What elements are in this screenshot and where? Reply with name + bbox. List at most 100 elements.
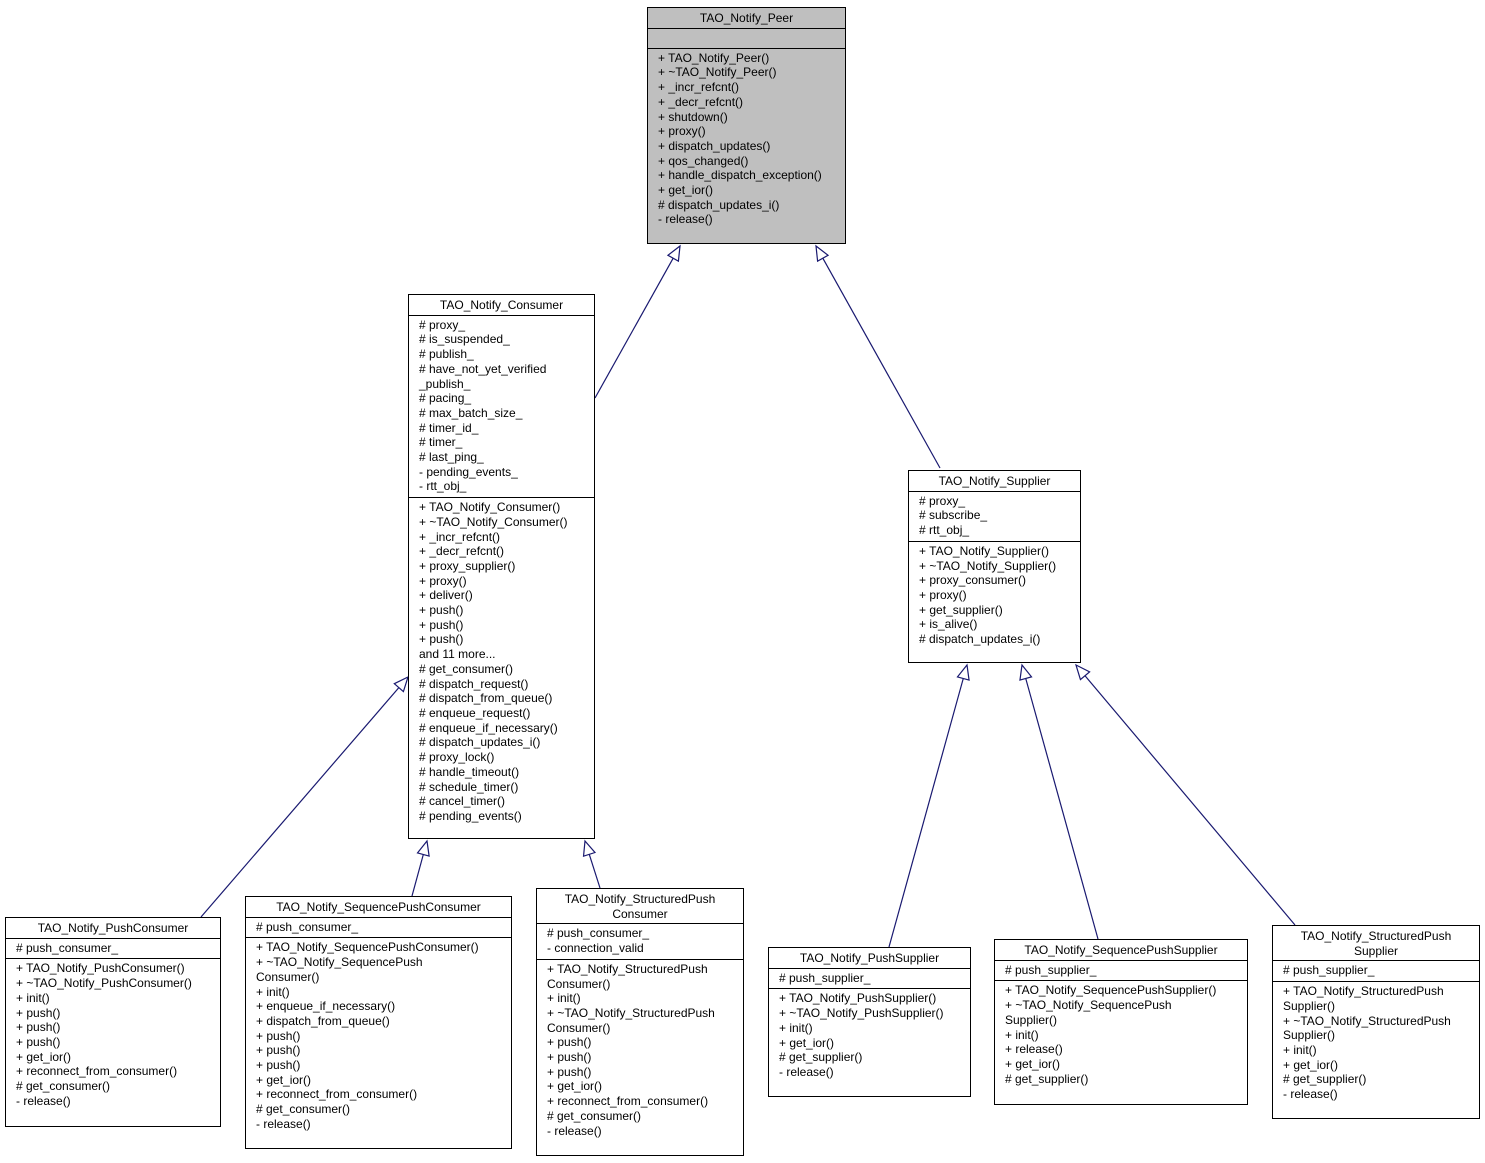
class-name[interactable]: TAO_Notify_StructuredPush Supplier xyxy=(1273,926,1479,962)
method[interactable]: + push() xyxy=(16,1020,216,1035)
method[interactable]: Consumer() xyxy=(547,977,739,992)
method[interactable]: + ~TAO_Notify_Peer() xyxy=(658,65,841,80)
method[interactable]: Supplier() xyxy=(1005,1013,1243,1028)
method[interactable]: + TAO_Notify_PushSupplier() xyxy=(779,991,966,1006)
attribute[interactable]: # proxy_ xyxy=(919,494,1076,509)
method[interactable]: + _decr_refcnt() xyxy=(419,544,590,559)
method[interactable]: # dispatch_updates_i() xyxy=(919,632,1076,647)
method[interactable]: # enqueue_if_necessary() xyxy=(419,721,590,736)
method[interactable]: + shutdown() xyxy=(658,110,841,125)
method[interactable]: # get_consumer() xyxy=(547,1109,739,1124)
attribute[interactable]: - connection_valid xyxy=(547,941,739,956)
method[interactable]: # get_supplier() xyxy=(779,1050,966,1065)
method[interactable]: # dispatch_from_queue() xyxy=(419,691,590,706)
method[interactable]: + TAO_Notify_PushConsumer() xyxy=(16,961,216,976)
method[interactable]: + reconnect_from_consumer() xyxy=(547,1094,739,1109)
method[interactable]: + _incr_refcnt() xyxy=(419,530,590,545)
method[interactable]: + _incr_refcnt() xyxy=(658,80,841,95)
method[interactable]: # cancel_timer() xyxy=(419,794,590,809)
attribute[interactable]: # have_not_yet_verified xyxy=(419,362,590,377)
method[interactable]: # get_supplier() xyxy=(1005,1072,1243,1087)
attribute[interactable]: # last_ping_ xyxy=(419,450,590,465)
class-box-structured-push-supplier[interactable]: TAO_Notify_StructuredPush Supplier # push_… xyxy=(1272,925,1480,1119)
method[interactable]: + proxy_consumer() xyxy=(919,573,1076,588)
class-name[interactable]: TAO_Notify_PushConsumer xyxy=(6,918,220,939)
method[interactable]: + proxy() xyxy=(919,588,1076,603)
method[interactable]: + push() xyxy=(419,632,590,647)
method[interactable]: + push() xyxy=(256,1029,507,1044)
method[interactable]: # proxy_lock() xyxy=(419,750,590,765)
method[interactable]: # dispatch_updates_i() xyxy=(658,198,841,213)
class-box-peer[interactable]: TAO_Notify_Peer + TAO_Notify_Peer() + ~TAO… xyxy=(647,7,846,244)
method[interactable]: + ~TAO_Notify_StructuredPush xyxy=(1283,1014,1475,1029)
method[interactable]: + get_ior() xyxy=(547,1079,739,1094)
method[interactable]: + ~TAO_Notify_SequencePush xyxy=(1005,998,1243,1013)
method[interactable]: + init() xyxy=(16,991,216,1006)
method[interactable]: + init() xyxy=(1283,1043,1475,1058)
attribute[interactable]: # push_supplier_ xyxy=(779,971,966,986)
class-box-supplier[interactable]: TAO_Notify_Supplier # proxy_ # subscribe_ #… xyxy=(908,470,1081,663)
method[interactable]: # schedule_timer() xyxy=(419,780,590,795)
attribute[interactable]: # publish_ xyxy=(419,347,590,362)
method[interactable]: + TAO_Notify_Peer() xyxy=(658,51,841,66)
class-box-sequence-push-supplier[interactable]: TAO_Notify_SequencePushSupplier # push_su… xyxy=(994,939,1248,1105)
method[interactable]: # pending_events() xyxy=(419,809,590,824)
method[interactable]: - release() xyxy=(658,212,841,227)
method[interactable]: + push() xyxy=(256,1058,507,1073)
method[interactable]: + push() xyxy=(16,1035,216,1050)
method[interactable]: + ~TAO_Notify_Supplier() xyxy=(919,559,1076,574)
attribute[interactable]: # push_supplier_ xyxy=(1283,963,1475,978)
method[interactable]: + push() xyxy=(419,603,590,618)
attribute[interactable]: # is_suspended_ xyxy=(419,332,590,347)
method[interactable]: + init() xyxy=(779,1021,966,1036)
method[interactable]: + proxy() xyxy=(658,124,841,139)
method[interactable]: # get_consumer() xyxy=(16,1079,216,1094)
attribute[interactable]: # pacing_ xyxy=(419,391,590,406)
method[interactable]: + get_supplier() xyxy=(919,603,1076,618)
method[interactable]: # enqueue_request() xyxy=(419,706,590,721)
class-name[interactable]: TAO_Notify_PushSupplier xyxy=(769,948,970,969)
method[interactable]: Consumer() xyxy=(547,1021,739,1036)
method[interactable]: + get_ior() xyxy=(779,1036,966,1051)
method[interactable]: + ~TAO_Notify_Consumer() xyxy=(419,515,590,530)
method[interactable]: + release() xyxy=(1005,1042,1243,1057)
method[interactable]: + push() xyxy=(16,1006,216,1021)
attribute[interactable]: - pending_events_ xyxy=(419,465,590,480)
method[interactable]: - release() xyxy=(16,1094,216,1109)
attribute[interactable]: # timer_ xyxy=(419,435,590,450)
method[interactable]: + dispatch_updates() xyxy=(658,139,841,154)
class-name[interactable]: TAO_Notify_SequencePushConsumer xyxy=(246,897,511,918)
method[interactable]: # dispatch_request() xyxy=(419,677,590,692)
class-name[interactable]: TAO_Notify_SequencePushSupplier xyxy=(995,940,1247,961)
method[interactable]: + ~TAO_Notify_SequencePush xyxy=(256,955,507,970)
method[interactable]: + get_ior() xyxy=(16,1050,216,1065)
method[interactable]: # dispatch_updates_i() xyxy=(419,735,590,750)
method[interactable]: + TAO_Notify_Consumer() xyxy=(419,500,590,515)
method[interactable]: + get_ior() xyxy=(658,183,841,198)
attribute[interactable]: # push_supplier_ xyxy=(1005,963,1243,978)
method[interactable]: + push() xyxy=(547,1065,739,1080)
method[interactable]: + TAO_Notify_SequencePushSupplier() xyxy=(1005,983,1243,998)
method[interactable]: + reconnect_from_consumer() xyxy=(16,1064,216,1079)
method[interactable]: + is_alive() xyxy=(919,617,1076,632)
method[interactable]: + push() xyxy=(547,1035,739,1050)
method[interactable]: + TAO_Notify_SequencePushConsumer() xyxy=(256,940,507,955)
method[interactable]: + push() xyxy=(419,618,590,633)
class-box-structured-push-consumer[interactable]: TAO_Notify_StructuredPush Consumer # push_… xyxy=(536,888,744,1156)
method[interactable]: - release() xyxy=(256,1117,507,1132)
method[interactable]: + TAO_Notify_Supplier() xyxy=(919,544,1076,559)
method[interactable]: + deliver() xyxy=(419,588,590,603)
attribute[interactable]: # push_consumer_ xyxy=(256,920,507,935)
class-box-push-consumer[interactable]: TAO_Notify_PushConsumer # push_consumer_ +… xyxy=(5,917,221,1127)
attribute[interactable]: # push_consumer_ xyxy=(547,926,739,941)
more-members-link[interactable]: and 11 more... xyxy=(419,647,590,662)
method[interactable]: # get_supplier() xyxy=(1283,1072,1475,1087)
method[interactable]: + TAO_Notify_StructuredPush xyxy=(1283,984,1475,999)
method[interactable]: + init() xyxy=(256,985,507,1000)
attribute[interactable]: # proxy_ xyxy=(419,318,590,333)
method[interactable]: + init() xyxy=(547,991,739,1006)
method[interactable]: + ~TAO_Notify_StructuredPush xyxy=(547,1006,739,1021)
method[interactable]: - release() xyxy=(1283,1087,1475,1102)
method[interactable]: + push() xyxy=(256,1043,507,1058)
method[interactable]: - release() xyxy=(779,1065,966,1080)
